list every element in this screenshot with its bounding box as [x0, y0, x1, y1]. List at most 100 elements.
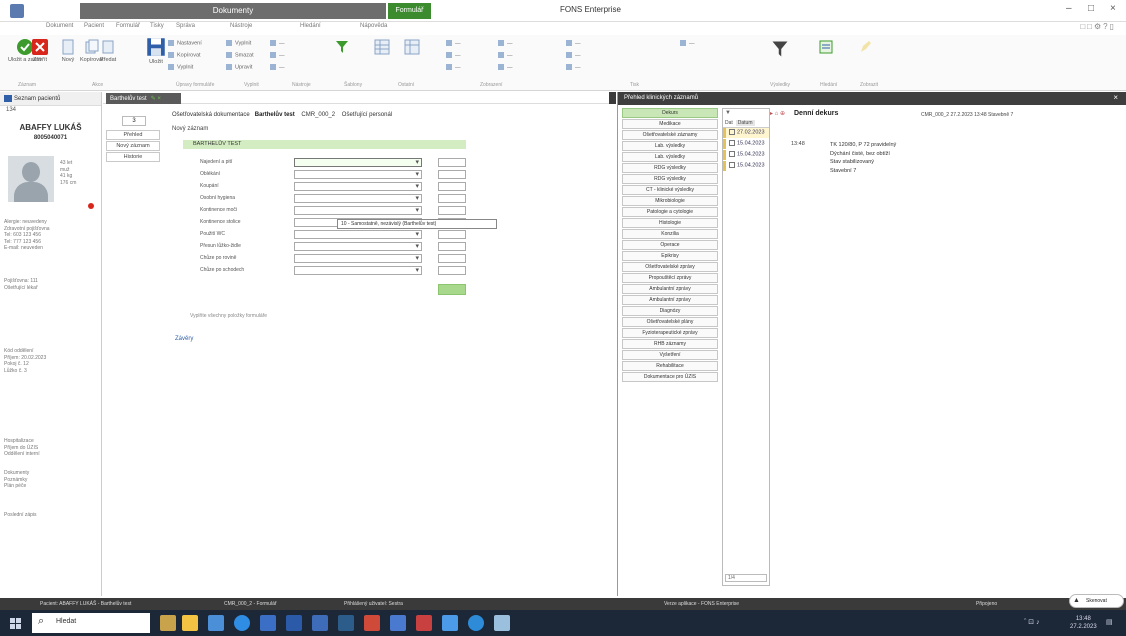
ribbon-item-10[interactable]: —: [566, 40, 581, 46]
app-icon-6[interactable]: [416, 615, 432, 631]
save-button[interactable]: Uložit: [146, 37, 166, 65]
category-item[interactable]: RHB záznamy: [622, 339, 718, 349]
category-item[interactable]: Dokumentace pro ÚZIS: [622, 372, 718, 382]
category-item[interactable]: Ambulantní zprávy: [622, 284, 718, 294]
alert-dot-icon[interactable]: [88, 203, 94, 209]
ribbon-tab-document[interactable]: Dokument: [46, 23, 73, 29]
score-value-box[interactable]: [438, 254, 466, 263]
template-button[interactable]: [374, 39, 390, 57]
category-item[interactable]: Dekurs: [622, 108, 718, 118]
score-value-box[interactable]: [438, 182, 466, 191]
mail-icon[interactable]: [260, 615, 276, 631]
quick-access-icons[interactable]: □□⚙?▯: [1080, 22, 1116, 31]
section-conclusions[interactable]: Závěry: [175, 336, 193, 342]
ribbon-item-1[interactable]: —: [270, 40, 285, 46]
maximize-button[interactable]: □: [1088, 3, 1094, 14]
panel-splitter[interactable]: [609, 92, 616, 104]
score-select[interactable]: [294, 242, 422, 251]
list-header[interactable]: Dat Datum: [723, 119, 769, 128]
record-list-row[interactable]: 15.04.2023: [723, 161, 769, 171]
ribbon-item-edit[interactable]: Upravit: [226, 64, 252, 70]
results-button[interactable]: [770, 39, 790, 61]
category-item[interactable]: Medikace: [622, 119, 718, 129]
score-select[interactable]: [294, 254, 422, 263]
edge-icon[interactable]: [234, 615, 250, 631]
ribbon-item-11[interactable]: —: [566, 52, 581, 58]
category-item[interactable]: Histologie: [622, 218, 718, 228]
ribbon-tab-form[interactable]: Formulář: [116, 23, 140, 29]
score-select[interactable]: [294, 230, 422, 239]
category-item[interactable]: RDG výsledky: [622, 163, 718, 173]
tray-icons[interactable]: ˆ ⊡ ♪: [1024, 618, 1040, 626]
widget-icon[interactable]: [160, 615, 176, 631]
score-select[interactable]: [294, 194, 422, 203]
list-pager[interactable]: 1/4: [725, 574, 767, 582]
score-select[interactable]: [294, 266, 422, 275]
category-item[interactable]: Ošetřovatelské záznamy: [622, 130, 718, 140]
category-item[interactable]: Ošetřovatelské plány: [622, 317, 718, 327]
minimize-button[interactable]: –: [1066, 3, 1072, 14]
patient-counter[interactable]: 134: [0, 106, 101, 117]
ribbon-item-6[interactable]: —: [446, 64, 461, 70]
patient-hospitalization[interactable]: Hospitalizace Příjem do ÚZIS Oddělení in…: [4, 438, 40, 458]
search-button[interactable]: [818, 39, 834, 57]
score-value-box[interactable]: [438, 206, 466, 215]
ribbon-item-3[interactable]: —: [270, 64, 285, 70]
taskbar-clock[interactable]: 13:48 27.2.2023: [1070, 615, 1097, 631]
patient-last-entry[interactable]: Poslední zápis: [4, 512, 37, 519]
ribbon-item-fill-b[interactable]: Vyplnit: [226, 40, 251, 46]
tools-button[interactable]: [334, 39, 350, 57]
ribbon-item-2[interactable]: —: [270, 52, 285, 58]
ribbon-item-5[interactable]: —: [446, 52, 461, 58]
view-button[interactable]: [858, 39, 874, 57]
category-item[interactable]: Fyzioterapeutické zprávy: [622, 328, 718, 338]
folder-icon[interactable]: [182, 615, 198, 631]
checkbox-icon[interactable]: [729, 140, 735, 146]
patient-links[interactable]: Dokumenty Poznámky Plán péče: [4, 470, 29, 490]
ribbon-item-9[interactable]: —: [498, 64, 513, 70]
detail-toolbar-icons[interactable]: ▸ ⌂ ⊕: [770, 110, 785, 117]
app-icon-4[interactable]: [364, 615, 380, 631]
category-item[interactable]: Epikrisy: [622, 251, 718, 261]
taskview-icon[interactable]: [208, 615, 224, 631]
tab-barthel[interactable]: Barthelův test ✎ ×: [106, 93, 181, 104]
close-icon[interactable]: ×: [1113, 93, 1118, 102]
ribbon-tab-search[interactable]: Hledání: [300, 23, 321, 29]
ribbon-item-fill[interactable]: Vyplnit: [168, 64, 193, 70]
history-button[interactable]: Historie: [106, 152, 160, 162]
ribbon-item-delete[interactable]: Smazat: [226, 52, 254, 58]
barthel-section-bar[interactable]: BARTHELŮV TEST: [183, 140, 466, 149]
record-list-row[interactable]: 15.04.2023: [723, 150, 769, 160]
ribbon-item-settings[interactable]: Nastavení: [168, 40, 202, 46]
score-value-box[interactable]: [438, 158, 466, 167]
score-select[interactable]: [294, 206, 422, 215]
score-value-box[interactable]: [438, 242, 466, 251]
ribbon-tab-tools[interactable]: Nástroje: [230, 23, 252, 29]
category-item[interactable]: Ambulantní zprávy: [622, 295, 718, 305]
ribbon-item-13[interactable]: —: [680, 40, 695, 46]
ribbon-tab-admin[interactable]: Správa: [176, 23, 195, 29]
app-icon-7[interactable]: [442, 615, 458, 631]
category-item[interactable]: Ošetřovatelské zprávy: [622, 262, 718, 272]
category-item[interactable]: Patologie a cytologie: [622, 207, 718, 217]
ribbon-item-12[interactable]: —: [566, 64, 581, 70]
close-doc-button[interactable]: Zavřít: [32, 39, 48, 63]
ribbon-tab-patient[interactable]: Pacient: [84, 23, 104, 29]
ribbon-item-copy[interactable]: Kopírovat: [168, 52, 201, 58]
score-value-box[interactable]: [438, 170, 466, 179]
score-select[interactable]: [294, 158, 422, 167]
new-button[interactable]: Nový: [60, 39, 76, 63]
category-item[interactable]: Konzilia: [622, 229, 718, 239]
ribbon-item-4[interactable]: —: [446, 40, 461, 46]
app-icon-9[interactable]: [494, 615, 510, 631]
windows-start-icon[interactable]: [10, 618, 21, 629]
checkbox-icon[interactable]: [729, 162, 735, 168]
score-select[interactable]: [294, 182, 422, 191]
forward-button[interactable]: Předat: [100, 39, 116, 63]
category-item[interactable]: CT - klinické výsledky: [622, 185, 718, 195]
word-icon[interactable]: [286, 615, 302, 631]
category-item[interactable]: Vyšetření: [622, 350, 718, 360]
section-new-record[interactable]: Nový záznam: [172, 126, 208, 132]
overview-button[interactable]: Přehled: [106, 130, 160, 140]
score-value-box[interactable]: [438, 266, 466, 275]
